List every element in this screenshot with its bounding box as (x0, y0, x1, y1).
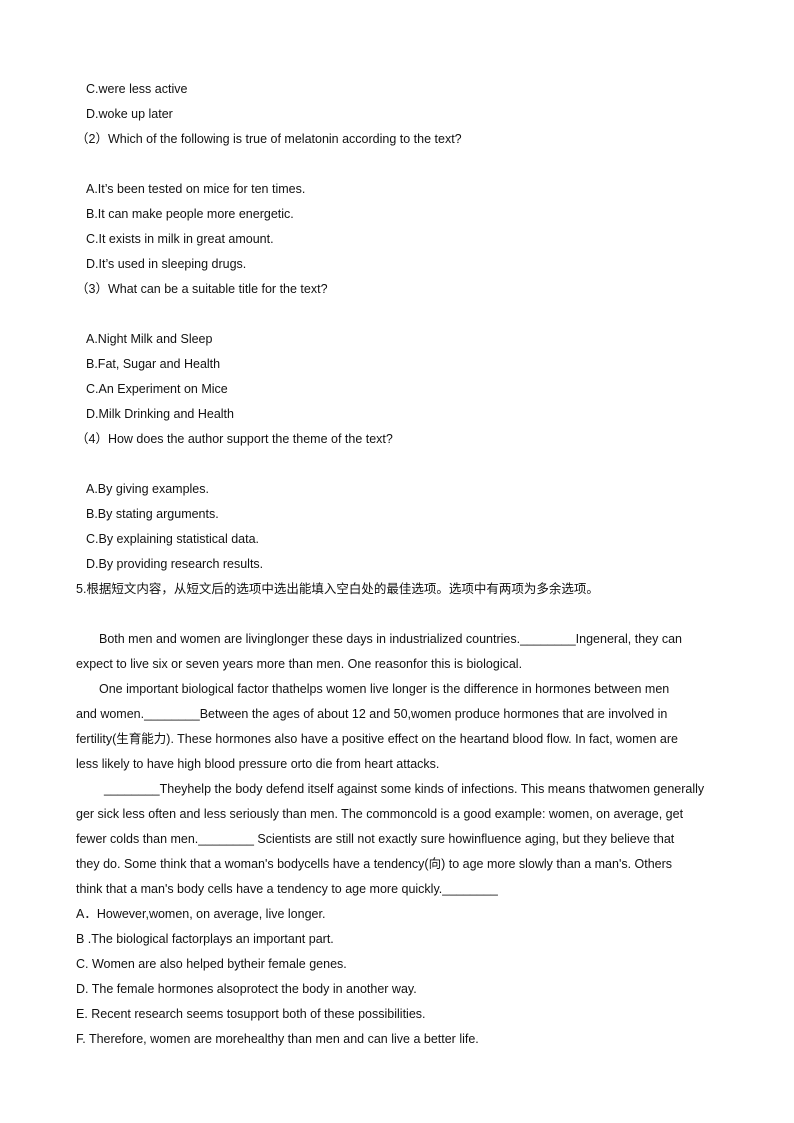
passage-line: fertility(生育能力). These hormones also hav… (76, 732, 678, 746)
option: F. Therefore, women are morehealthy than… (76, 1032, 479, 1046)
option: C.were less active (86, 82, 188, 96)
passage-line: One important biological factor thathelp… (99, 682, 670, 696)
passage-line: and women.________Between the ages of ab… (76, 707, 668, 721)
question-2: （2）Which of the following is true of mel… (76, 132, 462, 146)
passage-line: less likely to have high blood pressure … (76, 757, 440, 771)
option: B.It can make people more energetic. (86, 207, 294, 221)
option: A.By giving examples. (86, 482, 209, 496)
question-5-heading: 5.根据短文内容，从短文后的选项中选出能填入空白处的最佳选项。选项中有两项为多余… (76, 582, 599, 596)
option: C. Women are also helped bytheir female … (76, 957, 347, 971)
option: A.It’s been tested on mice for ten times… (86, 182, 306, 196)
option: D.Milk Drinking and Health (86, 407, 234, 421)
passage-line: think that a man's body cells have a ten… (76, 882, 498, 896)
passage-line: ________Theyhelp the body defend itself … (104, 782, 705, 796)
passage-line: they do. Some think that a woman's bodyc… (76, 857, 673, 871)
option: D. The female hormones alsoprotect the b… (76, 982, 417, 996)
option: C.By explaining statistical data. (86, 532, 260, 546)
question-4: （4）How does the author support the theme… (76, 432, 393, 446)
option: D.It’s used in sleeping drugs. (86, 257, 247, 271)
option: A.Night Milk and Sleep (86, 332, 213, 346)
option: C.An Experiment on Mice (86, 382, 228, 396)
passage-line: ger sick less often and less seriously t… (76, 807, 684, 821)
passage-line: fewer colds than men.________ Scientists… (76, 832, 675, 846)
option: C.It exists in milk in great amount. (86, 232, 274, 246)
passage-line: Both men and women are livinglonger thes… (99, 632, 683, 646)
passage-line: expect to live six or seven years more t… (76, 657, 523, 671)
question-3: （3）What can be a suitable title for the … (76, 282, 328, 296)
option: B .The biological factorplays an importa… (76, 932, 334, 946)
option: D.woke up later (86, 107, 173, 121)
option: B.Fat, Sugar and Health (86, 357, 221, 371)
document-page: C.were less active D.woke up later （2）Wh… (0, 77, 794, 1052)
option: A．However,women, on average, live longer… (76, 907, 326, 921)
option: B.By stating arguments. (86, 507, 219, 521)
option: D.By providing research results. (86, 557, 264, 571)
option: E. Recent research seems tosupport both … (76, 1007, 426, 1021)
